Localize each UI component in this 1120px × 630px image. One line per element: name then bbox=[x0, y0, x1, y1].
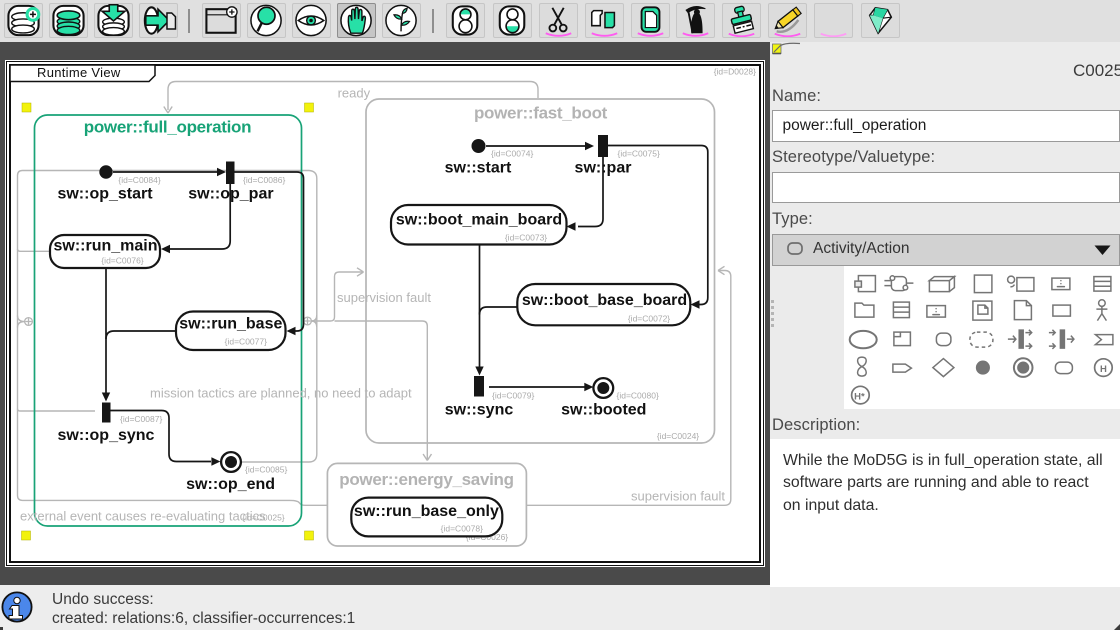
svg-text:sw::op_end: sw::op_end bbox=[186, 476, 275, 493]
svg-text:{id=C0084}: {id=C0084} bbox=[118, 175, 160, 185]
svg-text:{id=C0024}: {id=C0024} bbox=[657, 431, 699, 441]
svg-text:{id=C0025}: {id=C0025} bbox=[242, 513, 284, 523]
svg-text:sw::sync: sw::sync bbox=[445, 402, 514, 419]
svg-text:{id=C0073}: {id=C0073} bbox=[505, 233, 547, 243]
svg-text:supervision fault: supervision fault bbox=[631, 489, 725, 504]
svg-text:sw::op_par: sw::op_par bbox=[188, 186, 273, 203]
svg-text:sw::boot_base_board: sw::boot_base_board bbox=[522, 292, 687, 309]
svg-text:sw::op_start: sw::op_start bbox=[57, 186, 153, 203]
svg-text:H: H bbox=[1100, 364, 1107, 375]
svg-text:sw::run_main: sw::run_main bbox=[53, 238, 157, 255]
svg-text:{id=C0072}: {id=C0072} bbox=[628, 313, 670, 323]
svg-text:{id=C0086}: {id=C0086} bbox=[243, 175, 285, 185]
svg-text:power::full_operation: power::full_operation bbox=[84, 118, 251, 137]
svg-text:sw::par: sw::par bbox=[575, 160, 632, 177]
svg-text:mission tactics are planned, n: mission tactics are planned, no need to … bbox=[150, 386, 412, 401]
svg-text:sw::start: sw::start bbox=[445, 160, 512, 177]
svg-text:{id=C0077}: {id=C0077} bbox=[225, 337, 267, 347]
svg-text:sw::op_sync: sw::op_sync bbox=[58, 427, 155, 444]
svg-text:sw::run_base_only: sw::run_base_only bbox=[354, 503, 499, 520]
svg-text:{id=C0075}: {id=C0075} bbox=[618, 149, 660, 159]
svg-text:power::energy_saving: power::energy_saving bbox=[339, 470, 513, 489]
svg-text:{id=C0078}: {id=C0078} bbox=[441, 523, 483, 533]
svg-text:{id=C0079}: {id=C0079} bbox=[492, 391, 534, 401]
svg-text:supervision fault: supervision fault bbox=[337, 290, 431, 305]
svg-text:{id=C0087}: {id=C0087} bbox=[120, 414, 162, 424]
svg-text:external event causes re-evalu: external event causes re-evaluating tact… bbox=[20, 509, 266, 524]
svg-text:{id=C0074}: {id=C0074} bbox=[491, 149, 533, 159]
svg-text:H*: H* bbox=[854, 392, 865, 403]
svg-text:{id=C0076}: {id=C0076} bbox=[101, 256, 143, 266]
svg-text:{id=D0028}: {id=D0028} bbox=[714, 67, 756, 77]
svg-text:ready: ready bbox=[338, 86, 371, 101]
svg-text:Runtime View: Runtime View bbox=[37, 65, 121, 80]
svg-text:sw::boot_main_board: sw::boot_main_board bbox=[396, 212, 562, 229]
svg-text:power::fast_boot: power::fast_boot bbox=[474, 104, 608, 123]
svg-text:sw::run_base: sw::run_base bbox=[179, 316, 282, 333]
svg-text:{id=C0085}: {id=C0085} bbox=[245, 465, 287, 475]
svg-text:{id=C0080}: {id=C0080} bbox=[617, 391, 659, 401]
svg-text:sw::booted: sw::booted bbox=[561, 402, 646, 419]
